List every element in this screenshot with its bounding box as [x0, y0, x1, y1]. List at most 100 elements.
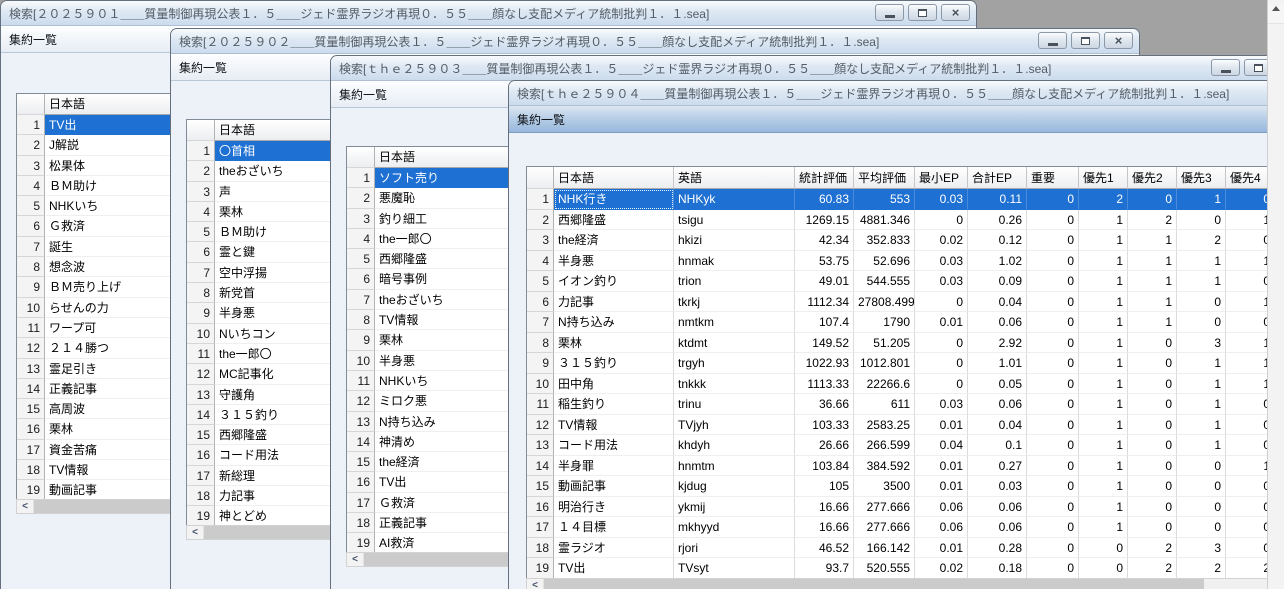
table-cell[interactable]: the経済	[554, 230, 674, 251]
column-header[interactable]: 統計評価	[795, 167, 854, 189]
table-cell[interactable]: 0	[1027, 189, 1079, 210]
table-row[interactable]: 15動画記事kjdug10535000.010.0301000	[527, 476, 1275, 497]
table-cell[interactable]: theおざいち	[375, 290, 525, 310]
window-titlebar[interactable]: 検索[ｔｈｅ２５９０４＿＿質量制御再現公表１．５＿＿ジェド霊界ラジオ再現０．５５…	[509, 81, 1284, 106]
table-cell[interactable]: 稲生釣り	[554, 394, 674, 415]
table-row[interactable]: 1ソフト売り	[347, 168, 527, 188]
table-cell[interactable]: 0	[1027, 312, 1079, 333]
table-cell[interactable]: 266.599	[854, 435, 915, 456]
table-cell[interactable]: 553	[854, 189, 915, 210]
table-cell[interactable]: trion	[674, 271, 795, 292]
table-cell[interactable]: 1	[1177, 353, 1226, 374]
table-cell[interactable]: trgyh	[674, 353, 795, 374]
table-cell[interactable]: 0	[1177, 517, 1226, 538]
table-cell[interactable]: TV情報	[554, 415, 674, 436]
table-cell[interactable]: 1	[1079, 210, 1128, 231]
minimize-button[interactable]	[1211, 59, 1240, 76]
table-row[interactable]: 13N持ち込み	[347, 412, 527, 432]
table-cell[interactable]: 1	[1177, 189, 1226, 210]
table-cell[interactable]: 0	[1027, 353, 1079, 374]
table-cell[interactable]: rjori	[674, 538, 795, 559]
table-row[interactable]: 4the一郎〇	[347, 229, 527, 249]
table-cell[interactable]: 1022.93	[795, 353, 854, 374]
table-cell[interactable]: 0.28	[968, 538, 1027, 559]
table-cell[interactable]: 0.03	[915, 251, 968, 272]
table-row[interactable]: 16TV出	[347, 472, 527, 492]
table-row[interactable]: 19AI救済	[347, 533, 527, 553]
table-cell[interactable]: 1	[1079, 435, 1128, 456]
v-scrollbar[interactable]	[1267, 0, 1284, 589]
table-cell[interactable]: 60.83	[795, 189, 854, 210]
table-cell[interactable]: tkrkj	[674, 292, 795, 313]
table-cell[interactable]: 0	[1128, 353, 1177, 374]
table-cell[interactable]: hkizi	[674, 230, 795, 251]
table-cell[interactable]: TV出	[554, 558, 674, 579]
table-row[interactable]: 6暗号事例	[347, 269, 527, 289]
table-cell[interactable]: 520.555	[854, 558, 915, 579]
table-row[interactable]: 1NHK行きNHKyk60.835530.030.1102010	[527, 189, 1275, 210]
table-cell[interactable]: 0.06	[968, 517, 1027, 538]
table-cell[interactable]: 0	[1128, 497, 1177, 518]
table-cell[interactable]: 27808.499	[854, 292, 915, 313]
table-cell[interactable]: 0.06	[968, 312, 1027, 333]
table-cell[interactable]: 0	[1027, 292, 1079, 313]
table-cell[interactable]: 暗号事例	[375, 269, 525, 289]
table-cell[interactable]: 0	[1128, 374, 1177, 395]
table-cell[interactable]: 1	[1177, 251, 1226, 272]
table-cell[interactable]: 0	[1079, 538, 1128, 559]
table-cell[interactable]: 1	[1079, 394, 1128, 415]
table-cell[interactable]: 0.06	[968, 497, 1027, 518]
table-cell[interactable]: 1	[1079, 271, 1128, 292]
table-cell[interactable]: 3	[1177, 333, 1226, 354]
table-cell[interactable]: 0.01	[915, 456, 968, 477]
table-cell[interactable]: 釣り細工	[375, 209, 525, 229]
table-cell[interactable]: NHKいち	[375, 371, 525, 391]
table-cell[interactable]: 16.66	[795, 517, 854, 538]
table-row[interactable]: 18正義記事	[347, 513, 527, 533]
table-cell[interactable]: 1	[1079, 497, 1128, 518]
table-cell[interactable]: 0	[1027, 333, 1079, 354]
table-row[interactable]: 2西郷隆盛tsigu1269.154881.34600.2601201	[527, 210, 1275, 231]
window-titlebar[interactable]: 検索[２０２５９０２＿＿質量制御再現公表１．５＿＿ジェド霊界ラジオ再現０．５５＿…	[171, 29, 1139, 54]
table-cell[interactable]: 0	[1128, 435, 1177, 456]
table-cell[interactable]: 0.06	[915, 517, 968, 538]
table-cell[interactable]: mkhyyd	[674, 517, 795, 538]
table-row[interactable]: 4半身悪hnmak53.7552.6960.031.0201111	[527, 251, 1275, 272]
table-cell[interactable]: 0	[1128, 456, 1177, 477]
close-button[interactable]: ×	[941, 4, 970, 21]
table-cell[interactable]: 0	[1177, 456, 1226, 477]
table-cell[interactable]: 0	[1027, 558, 1079, 579]
table-cell[interactable]: 1	[1177, 415, 1226, 436]
table-cell[interactable]: 42.34	[795, 230, 854, 251]
table-cell[interactable]: 半身悪	[375, 351, 525, 371]
table-cell[interactable]: 0	[915, 374, 968, 395]
table-cell[interactable]: tsigu	[674, 210, 795, 231]
maximize-button[interactable]	[1071, 32, 1100, 49]
table-cell[interactable]: 0	[915, 353, 968, 374]
table-cell[interactable]: N持ち込み	[554, 312, 674, 333]
table-row[interactable]: 18霊ラジオrjori46.52166.1420.010.2800230	[527, 538, 1275, 559]
table-row[interactable]: 8栗林ktdmt149.5251.20502.9201031	[527, 333, 1275, 354]
table-cell[interactable]: 103.84	[795, 456, 854, 477]
table-cell[interactable]: 2	[1128, 558, 1177, 579]
table-row[interactable]: 7N持ち込みnmtkm107.417900.010.0601100	[527, 312, 1275, 333]
table-cell[interactable]: 0.05	[968, 374, 1027, 395]
table-cell[interactable]: 22266.6	[854, 374, 915, 395]
table-cell[interactable]: 1	[1128, 312, 1177, 333]
h-scrollbar[interactable]: <	[346, 552, 526, 567]
table-row[interactable]: 19TV出TVsyt93.7520.5550.020.1800222	[527, 558, 1275, 579]
table-row[interactable]: 6力記事tkrkj1112.3427808.49900.0401101	[527, 292, 1275, 313]
table-cell[interactable]: 93.7	[795, 558, 854, 579]
table-row[interactable]: 13コード用法khdyh26.66266.5990.040.101010	[527, 435, 1275, 456]
table-cell[interactable]: 26.66	[795, 435, 854, 456]
table-cell[interactable]: 1	[1128, 230, 1177, 251]
table-cell[interactable]: 0.18	[968, 558, 1027, 579]
table-cell[interactable]: 1	[1128, 292, 1177, 313]
scroll-left-button[interactable]: <	[347, 553, 364, 566]
table-cell[interactable]: 1	[1128, 251, 1177, 272]
column-header[interactable]: 日本語	[375, 147, 525, 168]
table-row[interactable]: 11NHKいち	[347, 371, 527, 391]
table-cell[interactable]: 0.04	[968, 292, 1027, 313]
table-cell[interactable]: 1	[1177, 435, 1226, 456]
table-cell[interactable]: 1	[1079, 292, 1128, 313]
